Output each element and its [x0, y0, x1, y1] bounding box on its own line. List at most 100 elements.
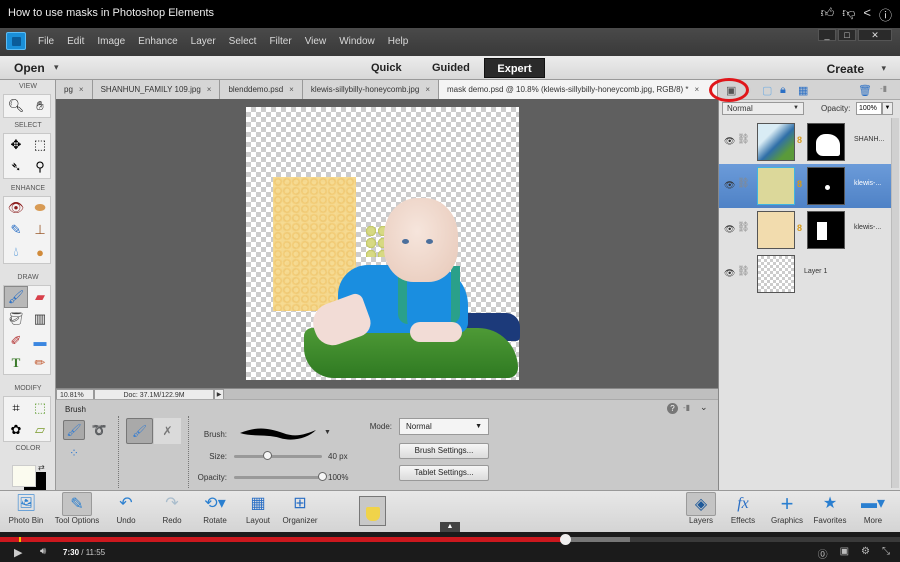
- impressionist-brush-icon[interactable]: ➰: [88, 420, 110, 440]
- close-tab-icon[interactable]: ×: [79, 85, 84, 94]
- menu-select[interactable]: Select: [229, 36, 257, 47]
- gradient-tool-icon[interactable]: ▥: [28, 308, 52, 330]
- menu-view[interactable]: View: [305, 36, 327, 47]
- document-tab[interactable]: blenddemo.psd ×: [220, 80, 303, 99]
- menu-edit[interactable]: Edit: [67, 36, 84, 47]
- visibility-eye-icon[interactable]: 👁︎: [724, 180, 735, 191]
- panel-menu-icon[interactable]: -▮: [683, 403, 690, 412]
- crop-tool-icon[interactable]: ⌗: [4, 397, 28, 419]
- fullscreen-exit-icon[interactable]: ⤡: [882, 546, 890, 561]
- red-eye-tool-icon[interactable]: 👁︎: [4, 197, 28, 219]
- mask-link-icon[interactable]: 8: [797, 135, 802, 145]
- layers-button[interactable]: ◈ Layers: [678, 492, 724, 530]
- blend-mode-select[interactable]: Normal ▼: [722, 102, 804, 115]
- size-slider[interactable]: [234, 455, 322, 458]
- more-button[interactable]: ▬▾ More: [850, 492, 896, 530]
- smart-brush-icon[interactable]: ✎: [4, 219, 28, 241]
- eraser-tool-icon[interactable]: ▰: [28, 286, 52, 308]
- collapse-chevron-icon[interactable]: ⌄: [700, 402, 708, 413]
- add-mask-icon[interactable]: ▢: [762, 84, 772, 97]
- zoom-tool-icon[interactable]: 🔍︎: [4, 95, 28, 117]
- brush-mode-icon[interactable]: 🖌︎: [126, 418, 153, 444]
- close-tab-icon[interactable]: ×: [289, 85, 294, 94]
- marquee-tool-icon[interactable]: ⬚: [28, 134, 52, 156]
- layer-opacity-field[interactable]: 100%: [856, 102, 882, 115]
- opacity-slider[interactable]: [234, 476, 322, 479]
- swap-colors-icon[interactable]: ⇄: [38, 463, 45, 472]
- lasso-tool-icon[interactable]: ➴: [4, 156, 28, 178]
- mask-link-icon[interactable]: 8: [797, 179, 802, 189]
- mode-quick-tab[interactable]: Quick: [371, 62, 402, 74]
- document-tab[interactable]: klewis-sillybilly-honeycomb.jpg ×: [302, 80, 439, 99]
- layer-row[interactable]: 👁︎ ⛓︎ Layer 1: [719, 252, 891, 296]
- foreground-color-swatch[interactable]: [12, 465, 36, 487]
- delete-layer-icon[interactable]: 🗑︎: [858, 84, 872, 97]
- shape-tool-icon[interactable]: ▬: [28, 330, 52, 352]
- layers-panel-menu-icon[interactable]: -▮: [880, 84, 887, 93]
- straighten-tool-icon[interactable]: ⏥: [28, 419, 52, 441]
- quick-selection-tool-icon[interactable]: ⚲: [28, 156, 52, 178]
- video-played-bar[interactable]: [0, 537, 566, 542]
- document-tab-active[interactable]: mask demo.psd @ 10.8% (klewis-sillybilly…: [439, 80, 718, 99]
- brush-preset-preview[interactable]: [238, 424, 318, 442]
- menu-enhance[interactable]: Enhance: [138, 36, 177, 47]
- graphics-button[interactable]: + Graphics: [764, 492, 810, 530]
- settings-gear-icon[interactable]: ⚙︎: [861, 546, 870, 561]
- favorites-button[interactable]: ★ Favorites: [807, 492, 853, 530]
- blur-tool-icon[interactable]: 💧︎: [4, 241, 28, 263]
- thumbs-down-icon[interactable]: 👎︎: [842, 5, 855, 24]
- help-icon[interactable]: ?: [667, 403, 678, 414]
- hand-tool-icon[interactable]: ✋︎: [28, 95, 52, 117]
- menu-window[interactable]: Window: [339, 36, 375, 47]
- layer-mask-thumbnail[interactable]: [807, 211, 845, 249]
- photo-bin-thumbnail[interactable]: [359, 496, 386, 526]
- link-layer-icon[interactable]: ⛓︎: [737, 134, 750, 145]
- create-dropdown-icon[interactable]: ▾: [881, 63, 886, 74]
- mask-link-icon[interactable]: 8: [797, 223, 802, 233]
- mode-select[interactable]: Normal ▼: [399, 418, 489, 435]
- share-icon[interactable]: <: [863, 5, 871, 24]
- layer-row-selected[interactable]: 👁︎ ⛓︎ 8 klewis-...: [719, 164, 891, 208]
- airbrush-mode-icon[interactable]: ✗: [154, 418, 181, 444]
- close-tab-icon[interactable]: ×: [425, 85, 430, 94]
- pencil-tool-icon[interactable]: ✏︎: [28, 352, 52, 374]
- link-layer-icon[interactable]: ⛓︎: [737, 222, 750, 233]
- lock-transparency-icon[interactable]: ▦: [798, 84, 808, 97]
- maximize-button[interactable]: □: [838, 29, 856, 41]
- eyedropper-icon[interactable]: ✐: [4, 330, 28, 352]
- menu-help[interactable]: Help: [388, 36, 409, 47]
- open-dropdown-icon[interactable]: ▾: [54, 62, 59, 73]
- layer-opacity-dropdown-icon[interactable]: ▼: [882, 102, 893, 115]
- video-title[interactable]: How to use masks in Photoshop Elements: [8, 7, 214, 19]
- brush-tool-icon[interactable]: 🖌︎: [4, 286, 28, 308]
- create-button[interactable]: Create: [827, 62, 864, 76]
- move-tool-icon[interactable]: ✥: [4, 134, 28, 156]
- tool-options-button[interactable]: ✎ Tool Options: [54, 492, 100, 530]
- close-tab-icon[interactable]: ×: [695, 85, 700, 94]
- visibility-eye-icon[interactable]: 👁︎: [724, 136, 735, 147]
- sponge-tool-icon[interactable]: ●: [28, 241, 52, 263]
- menu-image[interactable]: Image: [97, 36, 125, 47]
- collapse-panel-icon[interactable]: ▲: [440, 522, 460, 532]
- document-tab[interactable]: pg ×: [56, 80, 93, 99]
- visibility-eye-icon[interactable]: 👁︎: [724, 224, 735, 235]
- layer-row[interactable]: 👁︎ ⛓︎ 8 SHANH...: [719, 120, 891, 164]
- link-layer-icon[interactable]: ⛓︎: [737, 266, 750, 277]
- brush-preset-dropdown-icon[interactable]: ▼: [324, 429, 331, 436]
- opacity-slider-handle[interactable]: [318, 472, 327, 481]
- volume-icon[interactable]: 🔊︎: [40, 546, 46, 557]
- undo-button[interactable]: ↶ Undo: [103, 492, 149, 530]
- layout-button[interactable]: ▦ Layout: [235, 492, 281, 530]
- document-tab[interactable]: SHANHUN_FAMILY 109.jpg ×: [92, 80, 221, 99]
- photo-bin-button[interactable]: 🖼︎ Photo Bin: [3, 492, 49, 530]
- close-button[interactable]: ✕: [858, 29, 892, 41]
- minimize-button[interactable]: _: [818, 29, 836, 41]
- cookie-cutter-icon[interactable]: ✿: [4, 419, 28, 441]
- menu-file[interactable]: File: [38, 36, 54, 47]
- menu-filter[interactable]: Filter: [269, 36, 291, 47]
- play-icon[interactable]: ▶: [14, 546, 22, 559]
- thumbs-up-icon[interactable]: 👍︎: [821, 5, 835, 24]
- annotations-icon[interactable]: ⓪: [818, 546, 828, 561]
- color-replacement-brush-icon[interactable]: ⁘: [63, 443, 85, 463]
- captions-icon[interactable]: ▣: [840, 546, 849, 561]
